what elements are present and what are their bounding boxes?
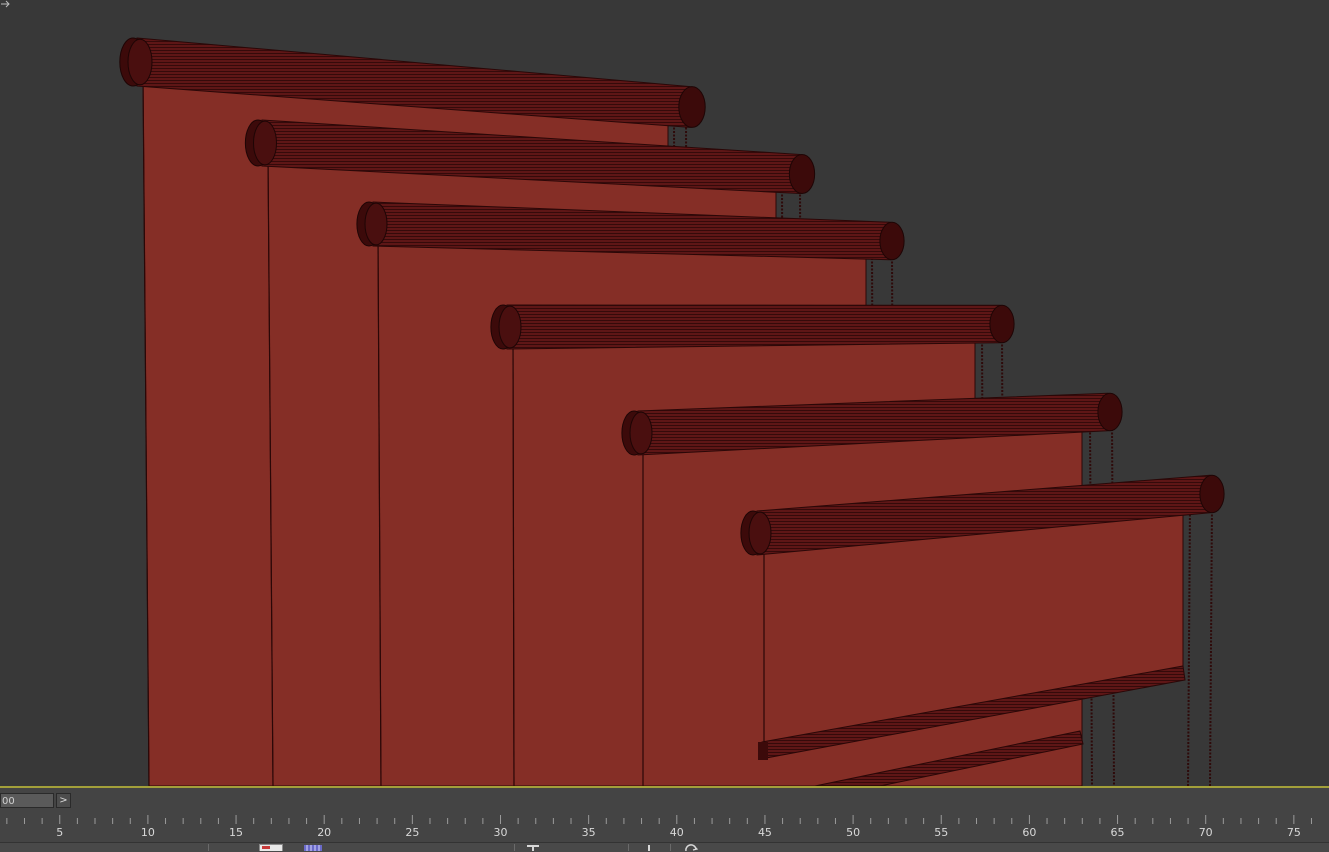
perspective-viewport[interactable] bbox=[0, 0, 1329, 786]
roller-end-cap bbox=[1199, 474, 1225, 514]
viewport-corner-icon[interactable] bbox=[0, 0, 10, 8]
roller-end-cap bbox=[678, 86, 706, 128]
track-tick-label: 65 bbox=[1110, 826, 1125, 839]
toolbar-separator bbox=[628, 844, 629, 851]
toolbar-separator bbox=[670, 844, 671, 851]
toolbar-separator bbox=[208, 844, 209, 851]
blind-chain bbox=[1187, 503, 1191, 786]
track-tick-label: 10 bbox=[140, 826, 155, 839]
set-key-icon[interactable] bbox=[525, 844, 541, 851]
track-tick-label: 5 bbox=[56, 826, 64, 839]
track-tick-label: 30 bbox=[493, 826, 508, 839]
bottom-bar-cap bbox=[758, 742, 768, 760]
track-tick-label: 60 bbox=[1022, 826, 1037, 839]
time-config-icon[interactable] bbox=[645, 844, 653, 851]
roller-end-cap bbox=[1097, 392, 1123, 432]
time-slider[interactable] bbox=[0, 788, 1329, 812]
roller-end-cap bbox=[788, 153, 816, 195]
track-view-icon[interactable] bbox=[303, 844, 323, 851]
track-tick-label: 15 bbox=[229, 826, 244, 839]
track-tick-label: 75 bbox=[1286, 826, 1301, 839]
track-tick-label: 20 bbox=[317, 826, 332, 839]
rotate-icon[interactable] bbox=[682, 844, 700, 851]
time-slider-frame-display[interactable]: 00 bbox=[0, 793, 54, 808]
scene-render bbox=[119, 37, 1225, 786]
next-frame-button[interactable]: > bbox=[56, 793, 71, 808]
track-tick-label: 35 bbox=[581, 826, 596, 839]
roller-end-cap bbox=[989, 304, 1015, 344]
track-tick-label: 70 bbox=[1198, 826, 1213, 839]
track-bar-ticks bbox=[6, 815, 1312, 824]
track-tick-label: 55 bbox=[934, 826, 949, 839]
roller-end-cap bbox=[879, 221, 905, 261]
toolbar-separator bbox=[514, 844, 515, 851]
key-filter-icon[interactable] bbox=[259, 844, 283, 851]
track-tick-label: 45 bbox=[757, 826, 772, 839]
blind-roller-tube bbox=[506, 304, 1012, 350]
track-tick-label: 25 bbox=[405, 826, 420, 839]
track-tick-label: 40 bbox=[669, 826, 684, 839]
track-tick-label: 50 bbox=[846, 826, 861, 839]
blind-chain bbox=[1209, 503, 1213, 786]
